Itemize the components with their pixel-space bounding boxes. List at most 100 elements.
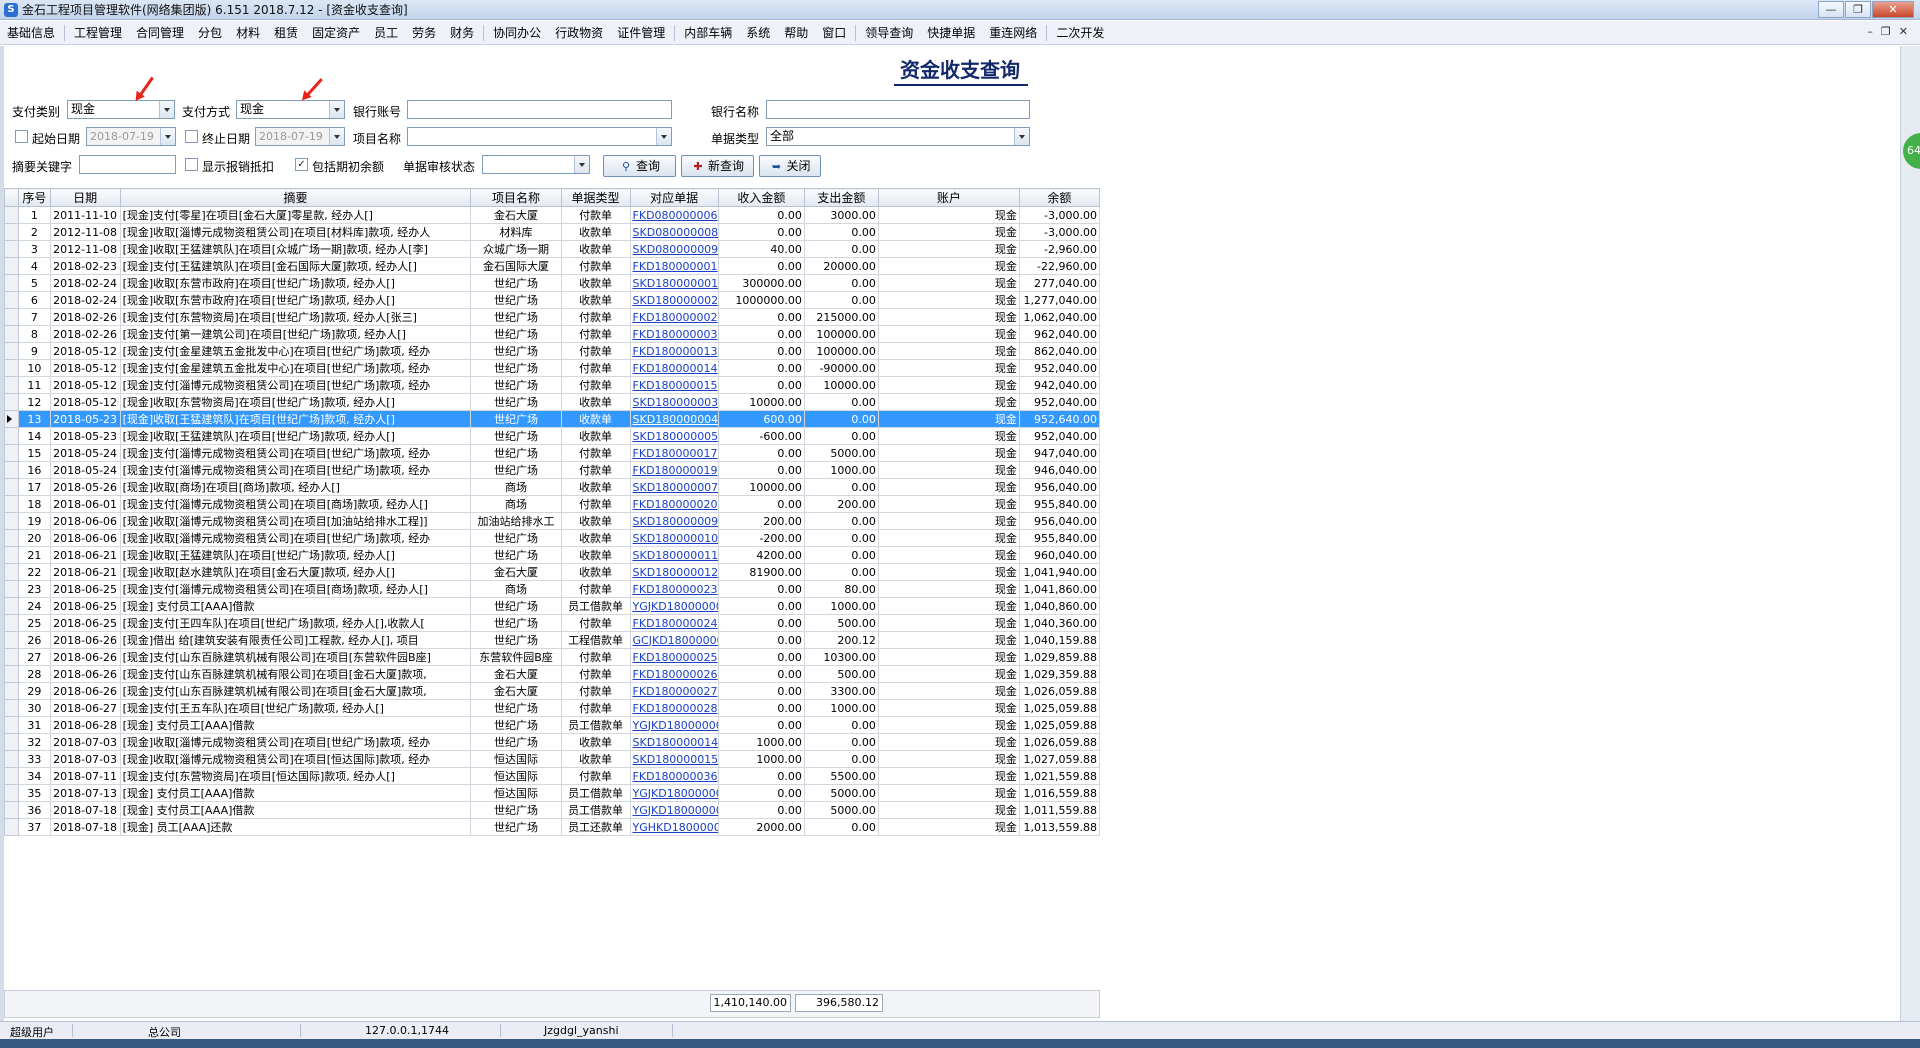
cell-doc-link[interactable]: FKD180000020 — [629, 495, 719, 513]
table-row[interactable]: 20 2018-06-06 [现金]收取[淄博元成物资租赁公司]在项目[世纪广场]款… — [3, 529, 1101, 547]
row-indicator[interactable] — [3, 631, 20, 649]
table-row[interactable]: 29 2018-06-26 [现金]支付[山东百脉建筑机械有限公司]在项目[金石大厦… — [3, 682, 1101, 700]
row-indicator[interactable] — [3, 240, 20, 258]
col-header-summary[interactable]: 摘要 — [119, 188, 472, 207]
table-row[interactable]: 17 2018-05-26 [现金]收取[商场]在项目[商场]款项, 经办人[] 商场… — [3, 478, 1101, 496]
include-opening-checkbox[interactable]: ✓ — [295, 158, 308, 171]
cell-doc-link[interactable]: SKD080000009 — [629, 240, 719, 258]
cell-doc-link[interactable]: SKD180000007 — [629, 478, 719, 496]
menu-contract-mgmt[interactable]: 合同管理 — [129, 21, 191, 45]
menu-labor[interactable]: 劳务 — [405, 21, 443, 45]
chevron-down-icon[interactable] — [159, 101, 174, 118]
col-header-account[interactable]: 账户 — [877, 188, 1020, 207]
menu-leader-query[interactable]: 领导查询 — [858, 21, 920, 45]
table-row[interactable]: 30 2018-06-27 [现金]支付[王五车队]在项目[世纪广场]款项, 经办人… — [3, 699, 1101, 717]
table-row[interactable]: 8 2018-02-26 [现金]支付[第一建筑公司]在项目[世纪广场]款项, 经办… — [3, 325, 1101, 343]
start-date-checkbox[interactable] — [15, 130, 28, 143]
table-row[interactable]: 24 2018-06-25 [现金] 支付员工[AAA]借款 世纪广场 员工借款单 YGJ… — [3, 597, 1101, 615]
row-indicator[interactable] — [3, 308, 20, 326]
row-indicator[interactable] — [3, 512, 20, 530]
cell-doc-link[interactable]: YGHKD180000002 — [629, 818, 719, 836]
cell-doc-link[interactable]: SKD180000012 — [629, 563, 719, 581]
menu-employee[interactable]: 员工 — [367, 21, 405, 45]
table-row[interactable]: 9 2018-05-12 [现金]支付[金星建筑五金批发中心]在项目[世纪广场]款项… — [3, 342, 1101, 360]
table-row[interactable]: 19 2018-06-06 [现金]收取[淄博元成物资租赁公司]在项目[加油站给排水… — [3, 512, 1101, 530]
col-header-project[interactable]: 项目名称 — [470, 188, 562, 207]
pay-method-select[interactable]: 现金 — [236, 100, 345, 119]
table-row[interactable]: 18 2018-06-01 [现金]支付[淄博元成物资租赁公司]在项目[商场]款项,… — [3, 495, 1101, 513]
row-indicator[interactable] — [3, 206, 20, 224]
menu-subcontract[interactable]: 分包 — [191, 21, 229, 45]
cell-doc-link[interactable]: FKD080000006 — [629, 206, 719, 224]
cell-doc-link[interactable]: SKD180000010 — [629, 529, 719, 547]
table-row[interactable]: 5 2018-02-24 [现金]收取[东营市政府]在项目[世纪广场]款项, 经办人… — [3, 274, 1101, 292]
row-indicator[interactable] — [3, 257, 20, 275]
col-header-index[interactable]: 序号 — [18, 188, 51, 207]
summary-keyword-input[interactable] — [79, 155, 176, 174]
row-indicator[interactable] — [3, 818, 20, 836]
cell-doc-link[interactable]: SKD180000003 — [629, 393, 719, 411]
bank-account-input[interactable] — [407, 100, 672, 119]
row-indicator[interactable] — [3, 665, 20, 683]
table-row[interactable]: 7 2018-02-26 [现金]支付[东营物资局]在项目[世纪广场]款项, 经办人… — [3, 308, 1101, 326]
table-row[interactable]: 12 2018-05-12 [现金]收取[东营物资局]在项目[世纪广场]款项, 经办… — [3, 393, 1101, 411]
vertical-scrollbar[interactable] — [1900, 46, 1920, 1021]
menu-help[interactable]: 帮助 — [777, 21, 815, 45]
col-header-doc-no[interactable]: 对应单据 — [629, 188, 719, 207]
table-row[interactable]: 22 2018-06-21 [现金]收取[赵水建筑队]在项目[金石大厦]款项, 经办… — [3, 563, 1101, 581]
table-row[interactable]: 37 2018-07-18 [现金] 员工[AAA]还款 世纪广场 员工还款单 YGHKD… — [3, 818, 1101, 836]
cell-doc-link[interactable]: SKD180000004 — [629, 410, 719, 428]
row-indicator[interactable] — [3, 461, 20, 479]
table-row[interactable]: 34 2018-07-11 [现金]支付[东营物资局]在项目[恒达国际]款项, 经办… — [3, 767, 1101, 785]
cell-doc-link[interactable]: FKD180000027 — [629, 682, 719, 700]
menu-system[interactable]: 系统 — [739, 21, 777, 45]
row-indicator[interactable] — [3, 529, 20, 547]
cell-doc-link[interactable]: YGJKD180000003 — [629, 716, 719, 734]
table-row[interactable]: 28 2018-06-26 [现金]支付[山东百脉建筑机械有限公司]在项目[金石大厦… — [3, 665, 1101, 683]
close-window-icon[interactable]: ✕ — [1872, 1, 1914, 18]
chevron-down-icon[interactable] — [574, 156, 589, 173]
row-indicator[interactable] — [3, 495, 20, 513]
table-row[interactable]: 3 2012-11-08 [现金]收取[王猛建筑队]在项目[众城广场一期]款项, 经… — [3, 240, 1101, 258]
row-indicator[interactable] — [3, 597, 20, 615]
menu-window[interactable]: 窗口 — [815, 21, 853, 45]
table-row[interactable]: 23 2018-06-25 [现金]支付[淄博元成物资租赁公司]在项目[商场]款项,… — [3, 580, 1101, 598]
menu-project-mgmt[interactable]: 工程管理 — [67, 21, 129, 45]
cell-doc-link[interactable]: FKD180000017 — [629, 444, 719, 462]
cell-doc-link[interactable]: FKD180000036 — [629, 767, 719, 785]
col-header-income[interactable]: 收入金额 — [717, 188, 805, 207]
table-row[interactable]: 25 2018-06-25 [现金]支付[王四车队]在项目[世纪广场]款项, 经办人… — [3, 614, 1101, 632]
cell-doc-link[interactable]: FKD180000019 — [629, 461, 719, 479]
query-button[interactable]: ⚲ 查询 — [603, 155, 676, 177]
row-indicator[interactable] — [3, 291, 20, 309]
cell-doc-link[interactable]: YGJKD180000004 — [629, 784, 719, 802]
table-row[interactable]: 32 2018-07-03 [现金]收取[淄博元成物资租赁公司]在项目[世纪广场]款… — [3, 733, 1101, 751]
calendar-dropdown-icon[interactable] — [329, 128, 344, 145]
row-indicator[interactable] — [3, 614, 20, 632]
cell-doc-link[interactable]: SKD180000015 — [629, 750, 719, 768]
table-row[interactable]: 4 2018-02-23 [现金]支付[王猛建筑队]在项目[金石国际大厦]款项, 经… — [3, 257, 1101, 275]
table-row[interactable]: 14 2018-05-23 [现金]收取[王猛建筑队]在项目[世纪广场]款项, 经办… — [3, 427, 1101, 445]
menu-vehicles[interactable]: 内部车辆 — [677, 21, 739, 45]
row-indicator[interactable] — [3, 274, 20, 292]
mdi-close-icon[interactable]: ✕ — [1899, 25, 1908, 38]
row-indicator[interactable] — [3, 376, 20, 394]
table-row[interactable]: 15 2018-05-24 [现金]支付[淄博元成物资租赁公司]在项目[世纪广场]款… — [3, 444, 1101, 462]
cell-doc-link[interactable]: FKD180000026 — [629, 665, 719, 683]
cell-doc-link[interactable]: SKD180000011 — [629, 546, 719, 564]
cell-doc-link[interactable]: FKD180000001 — [629, 257, 719, 275]
cell-doc-link[interactable]: FKD180000025 — [629, 648, 719, 666]
minimize-icon[interactable]: — — [1818, 1, 1844, 18]
row-indicator[interactable] — [3, 801, 20, 819]
table-row[interactable]: 36 2018-07-18 [现金] 支付员工[AAA]借款 世纪广场 员工借款单 YGJ… — [3, 801, 1101, 819]
cell-doc-link[interactable]: FKD180000023 — [629, 580, 719, 598]
row-indicator[interactable] — [3, 767, 20, 785]
table-row[interactable]: 1 2011-11-10 [现金]支付[零星]在项目[金石大厦]零星款, 经办人[]… — [3, 206, 1101, 224]
cell-doc-link[interactable]: SKD180000014 — [629, 733, 719, 751]
table-row[interactable]: 13 2018-05-23 [现金]收取[王猛建筑队]在项目[世纪广场]款项, 经办… — [3, 410, 1101, 428]
row-indicator[interactable] — [3, 342, 20, 360]
show-reimburse-checkbox[interactable] — [185, 158, 198, 171]
cell-doc-link[interactable]: FKD180000003 — [629, 325, 719, 343]
cell-doc-link[interactable]: FKD180000014 — [629, 359, 719, 377]
menu-finance[interactable]: 财务 — [443, 21, 481, 45]
